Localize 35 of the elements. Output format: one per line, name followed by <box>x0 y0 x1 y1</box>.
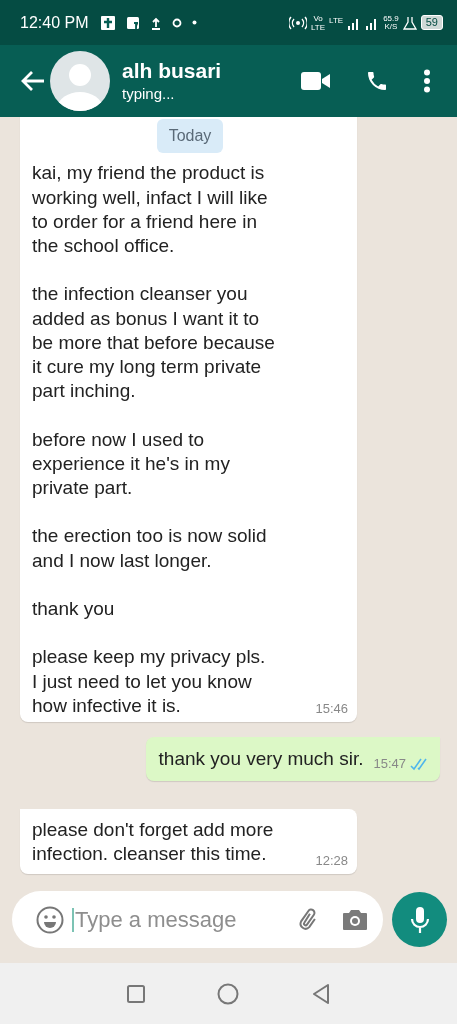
microphone-button[interactable] <box>392 892 447 947</box>
recent-apps-button[interactable] <box>125 983 146 1004</box>
dot-icon <box>192 20 198 25</box>
message-time: 15:46 <box>315 701 348 716</box>
volte-label: Vo <box>313 13 323 23</box>
ring-icon <box>172 17 183 28</box>
home-button[interactable] <box>217 982 240 1005</box>
microphone-icon <box>409 905 430 934</box>
video-call-icon[interactable] <box>301 71 331 91</box>
back-arrow-icon[interactable] <box>20 69 46 93</box>
menu-icon[interactable] <box>423 69 431 93</box>
speed-unit: K/S <box>384 23 398 31</box>
cross-app-icon <box>100 14 117 31</box>
message-text: kai, my friend the product is working well, infact I will like to order for a friend here in the school office. the infection cleanser you added as bonus I want it to be more that before because it cure my long term private part inching. before now I used to experience it he's in my private part. the erection too is now solid and I now last longer. thank you please keep my privacy pls. I just need to let you know how infective it is. <box>32 161 276 718</box>
contact-status: typing... <box>122 84 175 104</box>
clock-time: 12:40 PM <box>20 13 89 32</box>
contact-name[interactable]: alh busari <box>122 58 222 84</box>
battery-level: 59 <box>420 15 443 30</box>
network-speed: 65.9 <box>383 14 399 23</box>
message-time: 12:28 <box>315 853 348 868</box>
message-time: 15:47 <box>373 756 406 771</box>
avatar[interactable] <box>50 51 110 111</box>
emoji-icon[interactable] <box>36 905 64 934</box>
message-text: please don't forget add more infection. cleanser this time. <box>32 818 275 866</box>
upload-icon <box>150 15 163 30</box>
hotspot-icon <box>289 15 307 30</box>
message-input-field[interactable]: Type a message <box>12 891 383 948</box>
flask-icon <box>402 15 417 30</box>
volte-label: LTE <box>311 22 326 32</box>
text-input[interactable]: Type a message <box>73 905 277 934</box>
phone-icon[interactable] <box>365 69 389 93</box>
message-text: thank you very much sir. <box>158 747 364 771</box>
network-type-label: LTE <box>329 15 344 25</box>
back-button[interactable] <box>311 982 332 1005</box>
date-chip: Today <box>156 119 224 154</box>
